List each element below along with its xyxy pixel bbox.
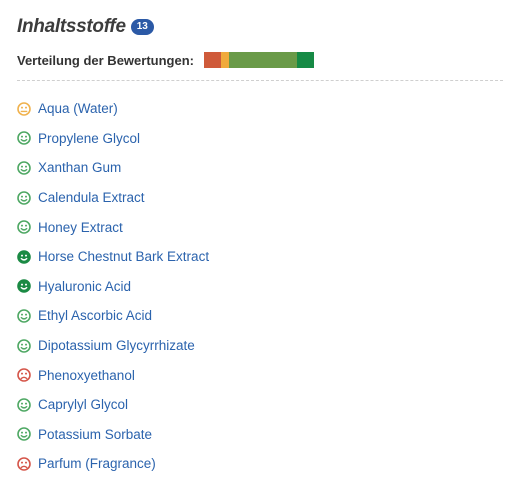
- rating-good-face-icon: [17, 397, 31, 412]
- ingredient-item[interactable]: Propylene Glycol: [17, 124, 209, 154]
- ingredient-item[interactable]: Aqua (Water): [17, 94, 209, 124]
- ingredient-link[interactable]: Potassium Sorbate: [38, 427, 152, 442]
- ingredient-item[interactable]: Hyaluronic Acid: [17, 272, 209, 302]
- ingredient-item[interactable]: Phenoxyethanol: [17, 360, 209, 390]
- distribution-segment-bad: [203, 52, 221, 68]
- ingredient-link[interactable]: Phenoxyethanol: [38, 368, 135, 383]
- rating-good-face-icon: [17, 338, 31, 353]
- ingredient-link[interactable]: Xanthan Gum: [38, 160, 121, 175]
- ingredient-link[interactable]: Parfum (Fragrance): [38, 456, 156, 471]
- rating-bad-face-icon: [17, 368, 31, 382]
- rating-distribution: Verteilung der Bewertungen:: [17, 52, 314, 68]
- rating-good-face-icon: [17, 309, 31, 323]
- ingredient-link[interactable]: Aqua (Water): [38, 101, 118, 116]
- ingredient-link[interactable]: Caprylyl Glycol: [38, 397, 128, 412]
- ingredient-count-badge: 13: [130, 19, 154, 35]
- ingredient-link[interactable]: Ethyl Ascorbic Acid: [38, 308, 152, 323]
- ingredient-item[interactable]: Xanthan Gum: [17, 153, 209, 183]
- distribution-segment-very-good: [297, 52, 314, 68]
- ingredient-item[interactable]: Potassium Sorbate: [17, 420, 209, 450]
- ingredient-list: Aqua (Water) Propylene Glycol Xanthan Gum C…: [17, 94, 209, 479]
- ingredient-item[interactable]: Honey Extract: [17, 212, 209, 242]
- page-title: Inhaltsstoffe: [17, 16, 126, 37]
- rating-good-face-icon: [17, 220, 31, 234]
- ingredient-item[interactable]: Dipotassium Glycyrrhizate: [17, 331, 209, 361]
- ingredient-item[interactable]: Calendula Extract: [17, 183, 209, 213]
- ingredient-item[interactable]: Ethyl Ascorbic Acid: [17, 301, 209, 331]
- rating-good-face-icon: [17, 131, 31, 146]
- ingredient-link[interactable]: Calendula Extract: [38, 190, 145, 205]
- ingredient-item[interactable]: Caprylyl Glycol: [17, 390, 209, 420]
- ingredient-link[interactable]: Propylene Glycol: [38, 131, 140, 146]
- distribution-segment-good: [229, 52, 298, 68]
- rating-very-good-face-icon: [17, 279, 31, 294]
- rating-distribution-label: Verteilung der Bewertungen:: [17, 52, 194, 68]
- ingredients-header: Inhaltsstoffe 13: [17, 16, 154, 38]
- rating-bad-face-icon: [17, 457, 31, 471]
- rating-medium-face-icon: [17, 101, 31, 116]
- ingredient-link[interactable]: Hyaluronic Acid: [38, 279, 131, 294]
- ingredient-link[interactable]: Honey Extract: [38, 220, 123, 235]
- rating-good-face-icon: [17, 161, 31, 175]
- rating-good-face-icon: [17, 427, 31, 442]
- rating-very-good-face-icon: [17, 249, 31, 264]
- ingredient-link[interactable]: Horse Chestnut Bark Extract: [38, 249, 209, 264]
- ingredient-item[interactable]: Horse Chestnut Bark Extract: [17, 242, 209, 272]
- ingredient-link[interactable]: Dipotassium Glycyrrhizate: [38, 338, 195, 353]
- ingredient-item[interactable]: Parfum (Fragrance): [17, 449, 209, 479]
- distribution-segment-medium: [220, 52, 230, 68]
- rating-good-face-icon: [17, 190, 31, 205]
- dashed-divider: [17, 80, 503, 81]
- rating-distribution-bar: [203, 52, 314, 68]
